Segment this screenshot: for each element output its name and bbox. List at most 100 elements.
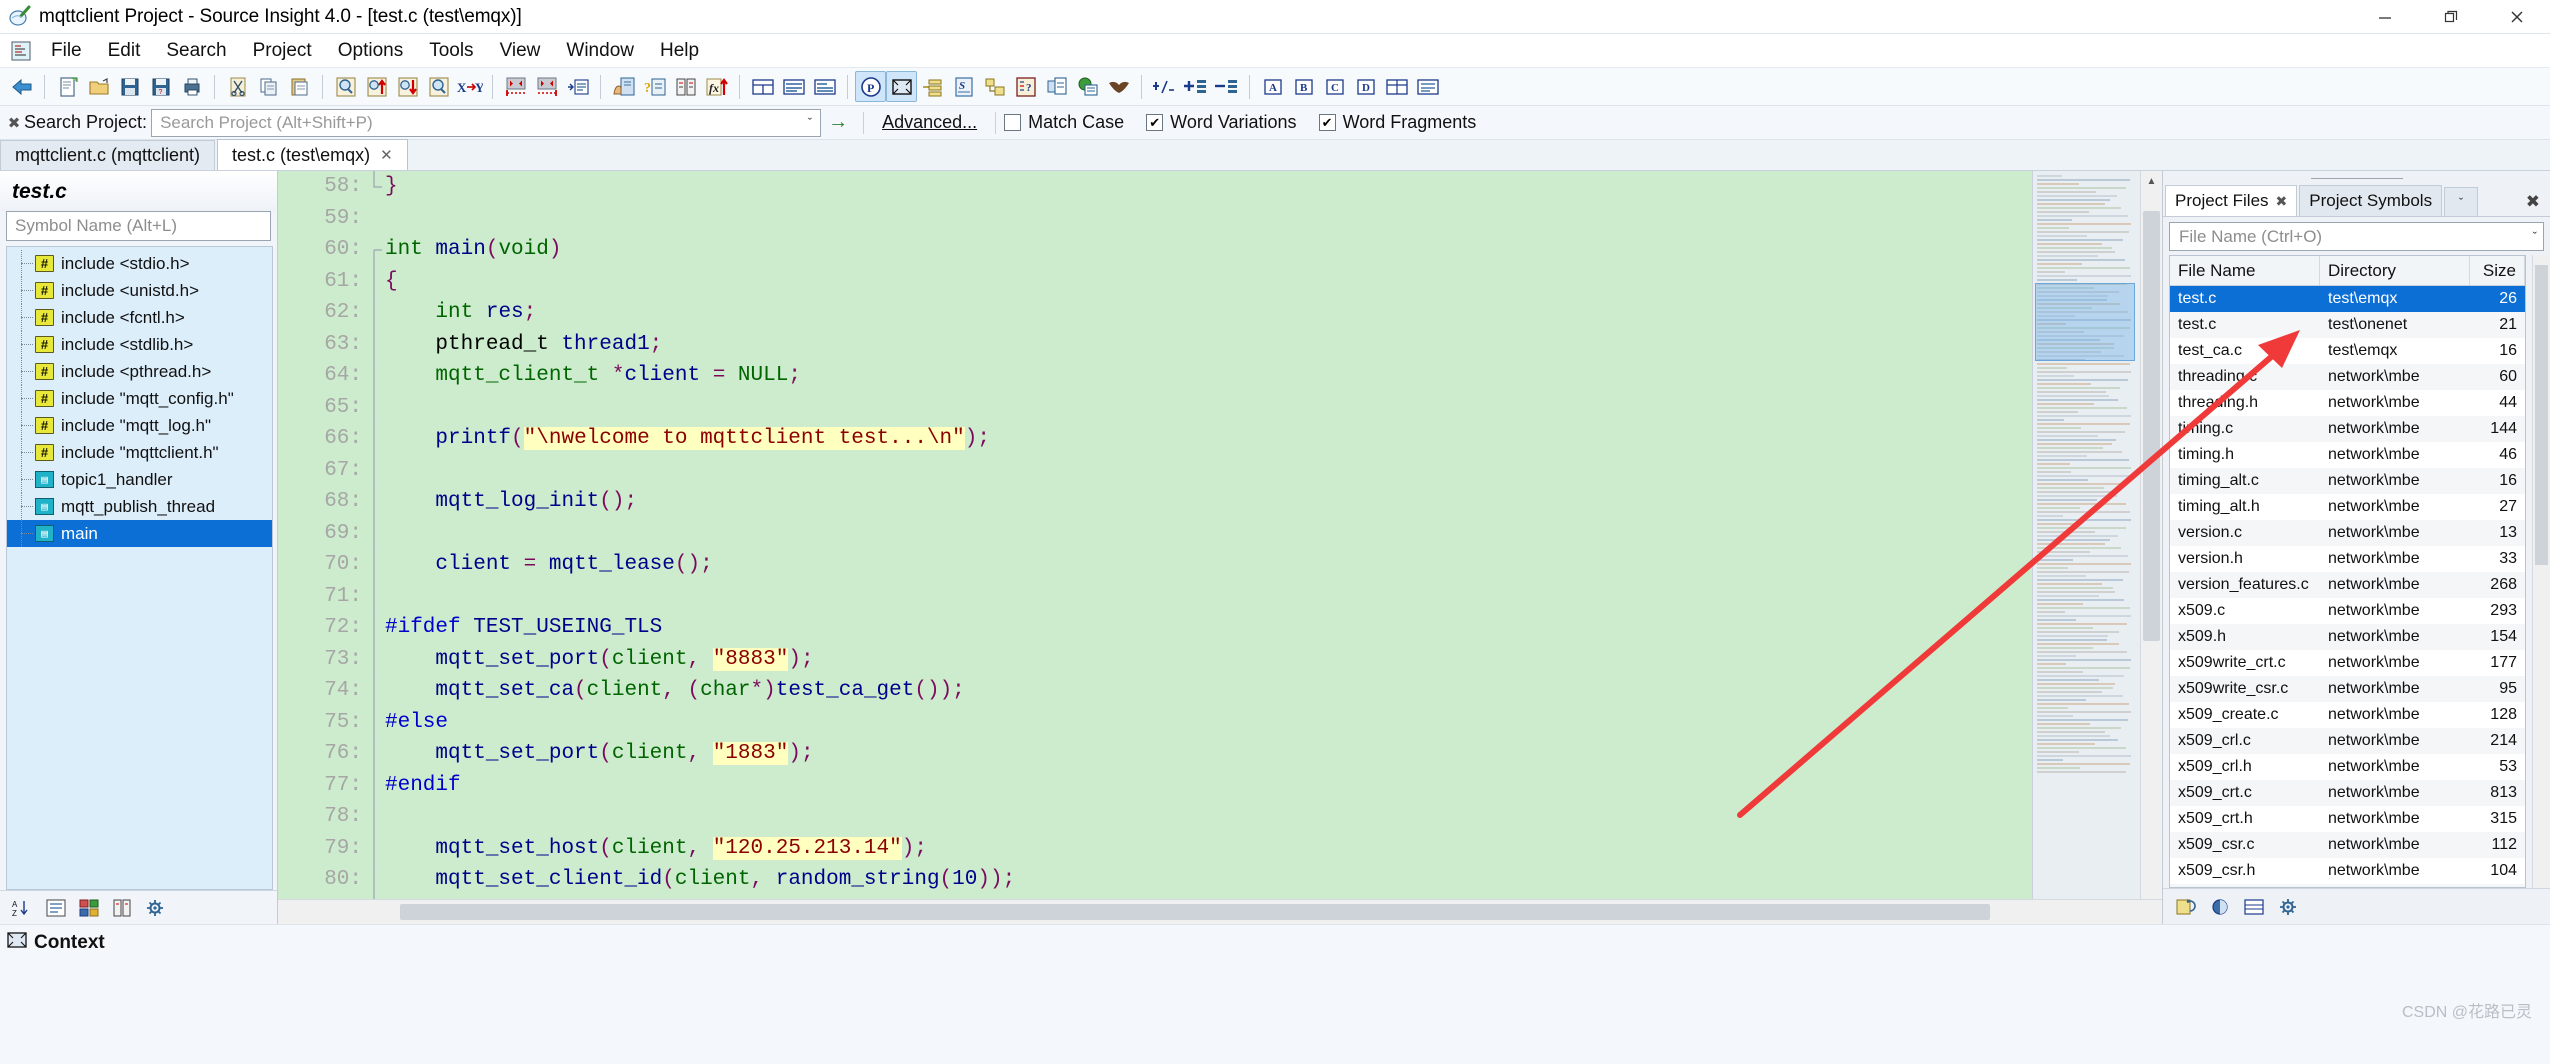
code-line[interactable]: 60: int main(void) (278, 234, 2032, 266)
function-jump-icon[interactable]: fx (701, 71, 732, 102)
table-row[interactable]: test.c test\emqx 26 (2170, 286, 2525, 312)
code-text[interactable]: mqtt_log_init(); (385, 490, 637, 513)
code-line[interactable]: 78: (278, 801, 2032, 833)
font-c-icon[interactable]: C (1319, 71, 1350, 102)
code-text[interactable]: mqtt_set_port(client, "8883"); (385, 647, 814, 671)
file-name-filter-input[interactable]: File Name (Ctrl+O) ˇ (2169, 222, 2544, 251)
table-row[interactable]: x509_csr.c network\mbe 112 (2170, 832, 2525, 858)
fold-marker[interactable] (371, 832, 385, 865)
symbol-tree-item[interactable]: # include "mqttclient.h" (7, 439, 272, 466)
column-header-directory[interactable]: Directory (2320, 256, 2470, 285)
fold-marker[interactable] (371, 234, 385, 266)
code-editor[interactable]: 58:} 59: 60: int main(void) 61: {62: int res;… (278, 171, 2032, 899)
menu-view[interactable]: View (487, 37, 554, 65)
symbol-tree-item[interactable]: # include <unistd.h> (7, 277, 272, 304)
table-row[interactable]: threading.h network\mbe 44 (2170, 390, 2525, 416)
fold-marker[interactable] (371, 360, 385, 392)
horizontal-split-icon[interactable] (778, 71, 809, 102)
code-line[interactable]: 70: client = mqtt_lease(); (278, 549, 2032, 581)
table-row[interactable]: x509_crt.c network\mbe 813 (2170, 780, 2525, 806)
code-line[interactable]: 74: mqtt_set_ca(client, (char*)test_ca_g… (278, 675, 2032, 707)
table-row[interactable]: version.h network\mbe 33 (2170, 546, 2525, 572)
symbol-info-icon[interactable]: ? (639, 71, 670, 102)
code-text[interactable]: int main(void) (385, 238, 561, 261)
table-row[interactable]: x509.c network\mbe 293 (2170, 598, 2525, 624)
code-text[interactable]: mqtt_set_ca(client, (char*)test_ca_get()… (385, 679, 964, 702)
code-line[interactable]: 80: mqtt_set_client_id(client, random_st… (278, 864, 2032, 896)
collapse-block-icon[interactable] (500, 71, 531, 102)
grid-view-icon[interactable] (1381, 71, 1412, 102)
group-view-icon[interactable] (74, 894, 104, 922)
project-window-icon[interactable]: P (855, 71, 886, 102)
table-row[interactable]: x509_crl.h network\mbe 53 (2170, 754, 2525, 780)
refresh-project-icon[interactable] (2171, 893, 2201, 921)
table-row[interactable]: x509_crl.c network\mbe 214 (2170, 728, 2525, 754)
chevron-down-icon[interactable]: ˇ (2444, 187, 2479, 216)
outline-view-icon[interactable] (41, 894, 71, 922)
code-line[interactable]: 66: printf("\nwelcome to mqttclient test… (278, 423, 2032, 455)
match-case-checkbox[interactable] (1004, 114, 1022, 131)
menu-tools[interactable]: Tools (416, 37, 486, 65)
tab-project-files[interactable]: Project Files ✖ (2165, 185, 2298, 216)
search-go-button[interactable]: → (821, 111, 855, 134)
add-line-icon[interactable] (1180, 71, 1211, 102)
menu-options[interactable]: Options (325, 37, 416, 65)
close-icon[interactable]: ✖ (2276, 193, 2288, 210)
print-icon[interactable] (176, 71, 207, 102)
panel-drag-grip[interactable] (2163, 171, 2550, 185)
code-text[interactable]: client = mqtt_lease(); (385, 553, 712, 576)
code-line[interactable]: 75: #else (278, 706, 2032, 739)
font-a-icon[interactable]: A (1257, 71, 1288, 102)
advanced-search-link[interactable]: Advanced... (882, 112, 977, 133)
code-text[interactable]: mqtt_client_t *client = NULL; (385, 364, 801, 387)
table-row[interactable]: x509_csr.h network\mbe 104 (2170, 858, 2525, 884)
word-variations-checkbox[interactable]: ✔ (1146, 114, 1164, 131)
sync-project-icon[interactable] (2205, 893, 2235, 921)
tile-windows-icon[interactable] (747, 71, 778, 102)
remove-line-icon[interactable] (1211, 71, 1242, 102)
match-case-option[interactable]: Match Case (1004, 112, 1124, 133)
code-line[interactable]: 58:} (278, 171, 2032, 203)
column-header-file-name[interactable]: File Name (2170, 256, 2320, 285)
fold-marker[interactable] (371, 580, 385, 613)
duplicate-window-icon[interactable] (1041, 71, 1072, 102)
font-d-icon[interactable]: D (1350, 71, 1381, 102)
table-row[interactable]: test.c test\onenet 21 (2170, 312, 2525, 338)
project-files-scrollbar[interactable] (2532, 255, 2550, 888)
table-row[interactable]: x509_crt.h network\mbe 315 (2170, 806, 2525, 832)
panel-settings-icon[interactable] (140, 894, 170, 922)
code-line[interactable]: 73: mqtt_set_port(client, "8883"); (278, 643, 2032, 676)
fold-marker[interactable] (371, 643, 385, 676)
menu-search[interactable]: Search (153, 37, 239, 65)
horizontal-scroll-thumb[interactable] (400, 904, 1990, 920)
close-search-bar-icon[interactable]: ✖ (4, 114, 24, 132)
code-text[interactable]: #ifdef TEST_USEING_TLS (385, 616, 662, 639)
code-text[interactable]: mqtt_set_port(client, "1883"); (385, 742, 814, 766)
word-fragments-checkbox[interactable]: ✔ (1318, 114, 1336, 131)
symbol-tree-item[interactable]: # include <stdlib.h> (7, 331, 272, 358)
code-text[interactable]: #else (385, 711, 448, 734)
symbol-filter-input[interactable]: Symbol Name (Alt+L) (6, 211, 271, 241)
table-row[interactable]: test_ca.c test\emqx 16 (2170, 338, 2525, 364)
code-text[interactable]: #endif (385, 774, 461, 797)
code-line[interactable]: 77: #endif (278, 769, 2032, 802)
code-line[interactable]: 63: pthread_t thread1; (278, 328, 2032, 361)
save-icon[interactable] (114, 71, 145, 102)
symbol-tree-item[interactable]: # include <pthread.h> (7, 358, 272, 385)
find-next-icon[interactable] (392, 71, 423, 102)
fold-marker[interactable] (371, 171, 385, 203)
browse-symbols-icon[interactable] (608, 71, 639, 102)
code-text[interactable]: printf("\nwelcome to mqttclient test...\… (385, 427, 990, 451)
fold-marker[interactable] (371, 612, 385, 644)
symbol-tree[interactable]: # include <stdio.h> # include <unistd.h> # in… (6, 246, 273, 890)
book-icon[interactable] (107, 894, 137, 922)
fold-marker[interactable] (371, 203, 385, 235)
code-text[interactable]: pthread_t thread1; (385, 333, 662, 356)
close-button[interactable] (2484, 0, 2550, 34)
font-b-icon[interactable]: B (1288, 71, 1319, 102)
code-text[interactable]: int res; (385, 301, 536, 324)
relation-window-icon[interactable]: S (948, 71, 979, 102)
code-line[interactable]: 76: mqtt_set_port(client, "1883"); (278, 738, 2032, 770)
search-project-input[interactable]: Search Project (Alt+Shift+P) ˇ (151, 108, 822, 137)
fold-marker[interactable] (371, 549, 385, 581)
